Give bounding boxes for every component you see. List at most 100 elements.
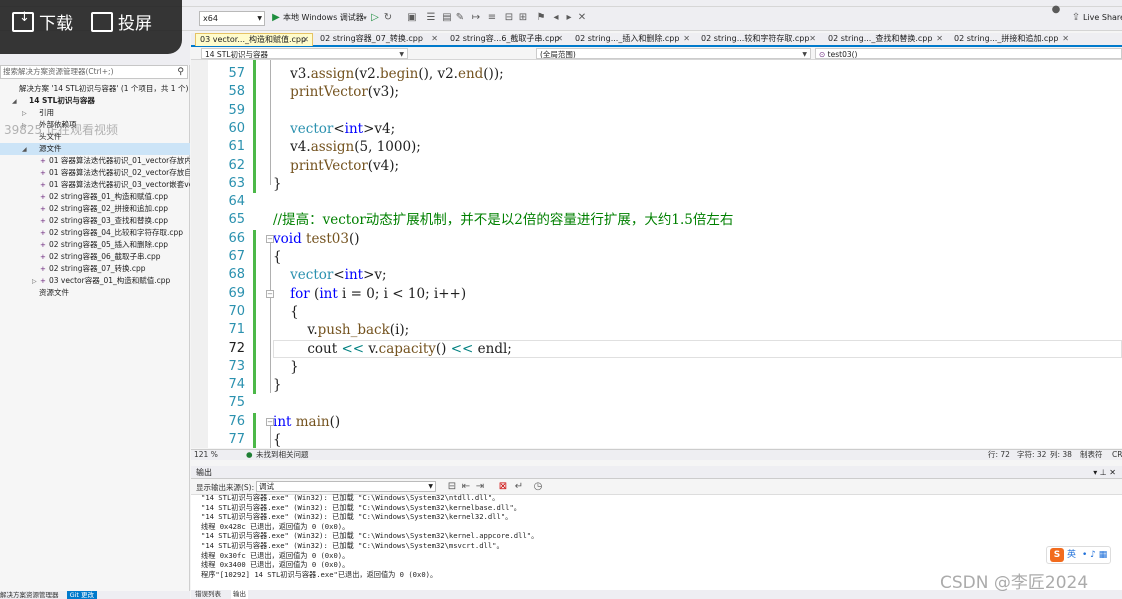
tree-item[interactable]: +02 string容器_02_拼接和追加.cpp — [0, 203, 190, 215]
tree-item[interactable]: 资源文件 — [0, 287, 190, 299]
scope-dropdown[interactable]: (全局范围) ▼ — [536, 48, 811, 59]
tab-file[interactable]: 02 string...较和字符存取.cpp ✕ — [697, 33, 819, 45]
start-without-debug-icon[interactable]: ▷ — [369, 12, 381, 24]
close-icon[interactable]: ✕ — [302, 34, 309, 46]
tree-item[interactable]: ▷ +03 vector容器_01_构造和赋值.cpp — [0, 275, 190, 287]
code-token: i = 0; i < 10; i++) — [337, 285, 467, 302]
tab-solution-explorer[interactable]: 解决方案资源管理器 — [0, 591, 59, 599]
tab-file[interactable]: 02 string容器_07_转换.cpp ✕ — [316, 33, 441, 45]
brush-icon[interactable]: ✎ — [454, 12, 466, 24]
tree-item[interactable]: ◢ 源文件 — [0, 143, 190, 155]
chevron-down-icon: ▼ — [399, 51, 404, 58]
solution-search-input[interactable]: 搜索解决方案资源管理器(Ctrl+;) ⚲ — [0, 65, 188, 79]
platform-select[interactable]: x64 ▼ — [199, 11, 265, 26]
tree-item[interactable]: 解决方案 '14 STL初识与容器' (1 个项目，共 1 个) — [0, 83, 190, 95]
align-icon[interactable]: ≡ — [486, 12, 498, 24]
close-icon[interactable]: ✕ — [809, 33, 816, 45]
clear-bookmark-icon[interactable]: ✕ — [576, 12, 588, 24]
close-icon[interactable]: ✕ — [1062, 33, 1069, 45]
cpp-file-icon: + — [40, 265, 46, 273]
tree-item[interactable]: +02 string容器_04_比较和字符存取.cpp — [0, 227, 190, 239]
tab-file[interactable]: 02 string..._插入和删除.cpp ✕ — [571, 33, 693, 45]
zoom-level[interactable]: 121 % — [194, 450, 218, 460]
download-button[interactable]: ↓ 下载 — [12, 10, 73, 36]
prev-message-icon[interactable]: ⇤ — [460, 481, 472, 493]
fold-toggle-icon[interactable]: − — [266, 289, 274, 298]
code-line: 67 { — [191, 248, 1122, 266]
tree-item[interactable]: ▷ 引用 — [0, 107, 190, 119]
tree-item[interactable]: +01 容器算法迭代器初识_03_vector嵌套vect — [0, 179, 190, 191]
comment-icon[interactable]: ⊟ — [503, 12, 515, 24]
word-wrap-icon[interactable]: ↵ — [513, 481, 525, 493]
step-icon[interactable]: ↦ — [470, 12, 482, 24]
find-icon[interactable]: ⊟ — [446, 481, 458, 493]
issues-status[interactable]: 未找到相关问题 — [256, 450, 309, 460]
line-number: 62 — [228, 157, 245, 173]
output-line: "14 STL初识与容器.exe" (Win32): 已加载 "C:\Windo… — [201, 502, 521, 512]
code-token: () — [329, 413, 341, 430]
tree-item-label: 14 STL初识与容器 — [29, 96, 95, 105]
close-icon[interactable]: ✕ — [936, 33, 943, 45]
fold-toggle-icon[interactable]: − — [266, 234, 274, 243]
code-editor[interactable]: 57 v3.assign(v2.begin(), v2.end()); 58 pr… — [191, 60, 1122, 448]
tab-file[interactable]: 02 string..._查找和替换.cpp ✕ — [824, 33, 946, 45]
tab-file[interactable]: 02 string容...6_截取子串.cpp ✕ — [446, 33, 566, 45]
scope-value: (全局范围) — [540, 50, 576, 59]
tab-git-changes[interactable]: Git 更改 — [66, 591, 98, 599]
line-number: 76 — [228, 413, 245, 429]
indent-mode[interactable]: 制表符 — [1080, 450, 1103, 460]
pin-icon[interactable]: ▾ ⊥ ✕ — [1093, 466, 1116, 479]
tree-item[interactable]: +01 容器算法迭代器初识_02_vector存放自定 — [0, 167, 190, 179]
cpp-file-icon: + — [40, 241, 46, 249]
output-source-select[interactable]: 调试 ▼ — [256, 481, 436, 492]
code-token: int — [344, 267, 364, 284]
live-share-icon[interactable]: ⇪ — [1070, 12, 1082, 24]
tree-item[interactable]: +01 容器算法迭代器初识_01_vector存放内置 — [0, 155, 190, 167]
tree-item[interactable]: ◢ 14 STL初识与容器 — [0, 95, 190, 107]
expand-arrow-icon[interactable]: ◢ — [22, 144, 30, 155]
tree-item[interactable]: +02 string容器_05_插入和删除.cpp — [0, 239, 190, 251]
tree-item[interactable]: +02 string容器_06_截取子串.cpp — [0, 251, 190, 263]
tools-icon[interactable]: ▤ — [441, 12, 453, 24]
fold-toggle-icon[interactable]: − — [266, 417, 274, 426]
line-ending[interactable]: CR — [1112, 450, 1122, 460]
tab-output[interactable]: 输出 — [231, 590, 248, 599]
play-icon[interactable]: ▶ — [270, 12, 282, 24]
prev-bookmark-icon[interactable]: ◂ — [550, 12, 562, 24]
tab-error-list[interactable]: 错误列表 — [195, 590, 221, 599]
close-icon[interactable]: ✕ — [431, 33, 438, 45]
tree-item[interactable]: +02 string容器_01_构造和赋值.cpp — [0, 191, 190, 203]
expand-arrow-icon[interactable]: ▷ — [22, 108, 30, 119]
close-icon[interactable]: ✕ — [683, 33, 690, 45]
code-text: } — [273, 175, 282, 193]
ime-indicator[interactable]: S 英 • ♪ ▦ — [1046, 546, 1112, 564]
run-debugger-button[interactable]: 本地 Windows 调试器 — [283, 12, 364, 24]
clock-icon[interactable]: ◷ — [532, 481, 544, 493]
uncomment-icon[interactable]: ⊞ — [517, 12, 529, 24]
expand-arrow-icon[interactable]: ▷ — [32, 276, 40, 287]
expand-arrow-icon[interactable]: ◢ — [12, 96, 20, 107]
tree-item[interactable]: +02 string容器_03_查找和替换.cpp — [0, 215, 190, 227]
project-dropdown[interactable]: 14 STL初识与容器 ▼ — [201, 48, 408, 59]
next-bookmark-icon[interactable]: ▸ — [563, 12, 575, 24]
account-icon[interactable]: ● — [1050, 4, 1062, 16]
hot-reload-icon[interactable]: ↻ — [382, 12, 394, 24]
solution-explorer: 搜索解决方案资源管理器(Ctrl+;) ⚲ 解决方案 '14 STL初识与容器'… — [0, 31, 190, 591]
code-token: v. — [273, 322, 318, 339]
tab-file[interactable]: 02 string..._拼接和追加.cpp ✕ — [950, 33, 1072, 45]
code-line: 75 — [191, 394, 1122, 412]
format-icon[interactable]: ☰ — [425, 12, 437, 24]
attach-icon[interactable]: ▣ — [406, 12, 418, 24]
bookmark-icon[interactable]: ⚑ — [535, 12, 547, 24]
code-token: () — [435, 340, 451, 357]
next-message-icon[interactable]: ⇥ — [474, 481, 486, 493]
function-dropdown[interactable]: ⊙ test03() — [815, 48, 1122, 59]
code-token: endl; — [473, 340, 512, 357]
close-icon[interactable]: ✕ — [556, 33, 563, 45]
cast-button[interactable]: 投屏 — [91, 12, 152, 36]
clear-all-icon[interactable]: ⊠ — [497, 481, 509, 493]
tree-item[interactable]: +02 string容器_07_转换.cpp — [0, 263, 190, 275]
code-line: 66 void test03() — [191, 230, 1122, 248]
live-share-button[interactable]: Live Share — [1083, 12, 1122, 24]
tab-file[interactable]: 03 vector..._构造和赋值.cpp ✕ — [195, 33, 313, 46]
